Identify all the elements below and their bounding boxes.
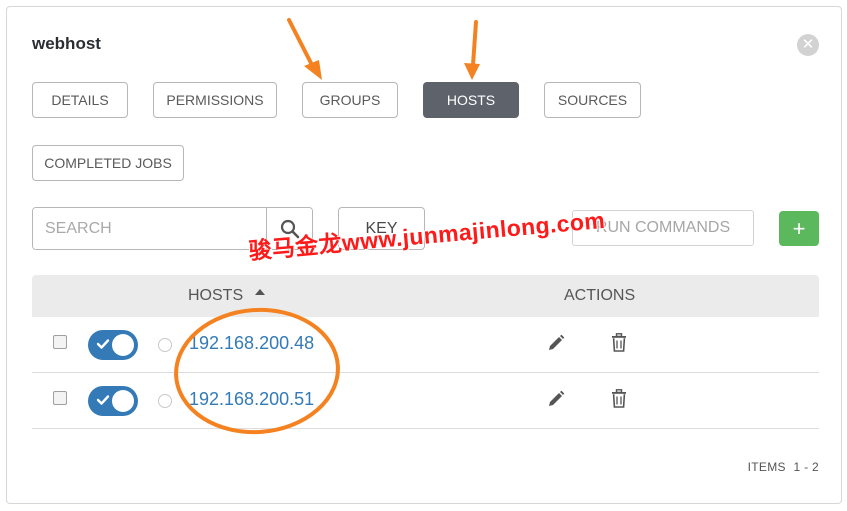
trash-icon [612, 389, 626, 408]
host-link[interactable]: 192.168.200.48 [189, 333, 314, 354]
close-button[interactable]: ✕ [797, 34, 819, 56]
checkmark-icon [96, 395, 110, 405]
items-label: ITEMS [747, 460, 786, 474]
delete-host-button[interactable] [611, 333, 627, 357]
items-range: 1 - 2 [793, 460, 819, 474]
plus-icon: + [792, 215, 806, 241]
delete-host-button[interactable] [611, 389, 627, 413]
tab-details[interactable]: DETAILS [32, 82, 128, 118]
pagination-summary: ITEMS 1 - 2 [748, 460, 819, 474]
host-status-indicator [158, 394, 172, 408]
host-enabled-toggle[interactable] [88, 386, 138, 416]
column-header-actions: ACTIONS [564, 287, 636, 304]
table-header: HOSTS ACTIONS [32, 275, 819, 317]
toggle-knob [112, 390, 134, 412]
column-header-hosts[interactable]: HOSTS [188, 275, 243, 317]
table-row: 192.168.200.51 [32, 373, 819, 429]
tab-hosts[interactable]: HOSTS [423, 82, 519, 118]
trash-icon [612, 333, 626, 352]
row-select-checkbox[interactable] [53, 335, 67, 349]
tab-groups[interactable]: GROUPS [302, 82, 398, 118]
row-select-checkbox[interactable] [53, 391, 67, 405]
edit-host-button[interactable] [547, 390, 565, 413]
pencil-icon [549, 390, 565, 406]
dialog-title: webhost [32, 34, 101, 53]
edit-host-button[interactable] [547, 334, 565, 357]
tab-sources[interactable]: SOURCES [544, 82, 641, 118]
host-link[interactable]: 192.168.200.51 [189, 389, 314, 410]
host-status-indicator [158, 338, 172, 352]
host-enabled-toggle[interactable] [88, 330, 138, 360]
tab-completed-jobs[interactable]: COMPLETED JOBS [32, 145, 184, 181]
pencil-icon [549, 334, 565, 350]
hosts-dialog [6, 6, 842, 504]
checkmark-icon [96, 339, 110, 349]
toggle-knob [112, 334, 134, 356]
table-row: 192.168.200.48 [32, 317, 819, 373]
add-host-button[interactable]: + [779, 211, 819, 246]
search-input[interactable] [33, 208, 266, 249]
tab-permissions[interactable]: PERMISSIONS [153, 82, 277, 118]
sort-ascending-icon[interactable] [255, 289, 265, 295]
close-icon: ✕ [801, 36, 815, 53]
